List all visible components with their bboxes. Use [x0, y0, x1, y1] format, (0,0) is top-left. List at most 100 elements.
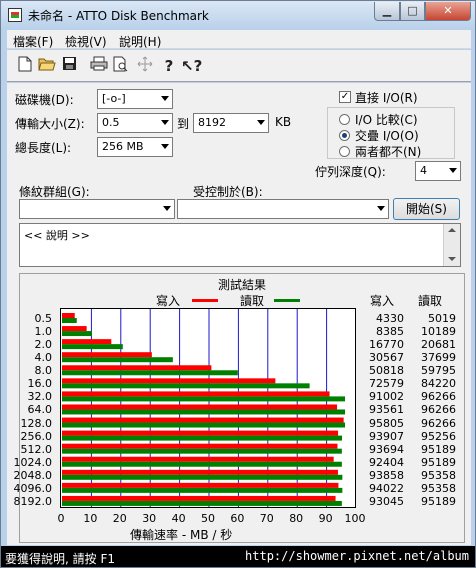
write-value: 4330	[376, 312, 404, 325]
watermark-text: http://showmer.pixnet.net/album	[245, 549, 469, 563]
read-bar	[62, 435, 343, 441]
transfer-to-select[interactable]: 8192	[193, 113, 269, 133]
io-compare-radio[interactable]	[339, 114, 350, 125]
status-text: 要獲得說明, 請按 F1	[5, 552, 115, 566]
title-bar[interactable]: 未命名 - ATTO Disk Benchmark ▁ □ ✕	[1, 1, 475, 29]
drive-value: [-o-]	[102, 92, 126, 105]
read-value: 95256	[421, 429, 456, 443]
menu-help[interactable]: 說明(H)	[119, 33, 161, 50]
read-bar	[62, 318, 77, 323]
neither-label: 兩者都不(N)	[355, 145, 422, 159]
drive-select[interactable]: [-o-]	[97, 89, 173, 109]
read-value: 84220	[421, 377, 456, 391]
write-value: 95805	[369, 416, 404, 430]
read-value: 95358	[421, 468, 456, 482]
chart-title: 測試結果	[217, 278, 266, 292]
write-bar	[62, 417, 344, 423]
read-bar	[62, 344, 123, 350]
new-icon[interactable]	[15, 56, 35, 76]
context-help-icon[interactable]: ↖?	[181, 56, 202, 76]
transfer-size-label: 傳輸大小(Z):	[15, 117, 85, 131]
toolbar: ? ↖?	[7, 50, 471, 82]
menu-file[interactable]: 檔案(F)	[13, 33, 53, 50]
controlled-by-label: 受控制於(B):	[193, 185, 263, 199]
read-value: 95189	[421, 494, 456, 508]
write-value: 50818	[369, 364, 404, 378]
read-value: 10189	[421, 325, 456, 339]
read-bar	[62, 422, 346, 428]
transfer-from-select[interactable]: 0.5	[97, 113, 173, 133]
chevron-down-icon	[161, 96, 169, 101]
move-icon[interactable]	[135, 56, 155, 76]
chevron-down-icon	[161, 120, 169, 125]
direct-io-checkbox[interactable]: ✓	[339, 91, 351, 103]
read-bar	[62, 500, 342, 506]
unit-label: KB	[275, 115, 292, 129]
io-compare-label: I/O 比較(C)	[355, 113, 418, 127]
start-button[interactable]: 開始(S)	[393, 198, 460, 220]
read-value: 5019	[428, 312, 456, 325]
main-panel: 磁碟機(D): [-o-] 傳輸大小(Z): 0.5 到 8192 KB 總長度…	[7, 83, 471, 545]
read-value: 95358	[421, 481, 456, 495]
minimize-button[interactable]: ▁	[374, 2, 400, 21]
write-bar	[62, 469, 338, 475]
description-scrollbar[interactable]	[443, 224, 460, 266]
x-tick-label: 80	[289, 512, 304, 525]
x-tick-label: 10	[83, 512, 98, 525]
print-icon[interactable]	[89, 56, 109, 76]
open-icon[interactable]	[37, 56, 57, 76]
description-field[interactable]: << 說明 >>	[19, 223, 461, 267]
menu-view[interactable]: 檢視(V)	[65, 33, 107, 50]
x-tick-label: 50	[201, 512, 215, 525]
write-value: 72579	[369, 377, 404, 391]
read-bar	[62, 396, 346, 402]
app-window: 未命名 - ATTO Disk Benchmark ▁ □ ✕ 檔案(F) 檢視…	[0, 0, 476, 568]
legend-write-label: 寫入	[156, 294, 181, 308]
read-value: 95189	[421, 455, 456, 469]
write-bar	[62, 495, 336, 501]
read-bar	[62, 383, 310, 389]
read-value: 59795	[421, 364, 456, 378]
print-preview-icon[interactable]	[111, 56, 131, 76]
write-bar	[62, 482, 339, 488]
y-tick-label: 16.0	[27, 377, 53, 391]
y-tick-label: 0.5	[34, 312, 53, 325]
y-tick-label: 4096.0	[13, 481, 53, 495]
write-value: 93694	[369, 442, 404, 456]
write-bar	[62, 391, 330, 397]
chart-plot-area	[60, 308, 356, 508]
help-icon[interactable]: ?	[159, 56, 179, 76]
y-tick-label: 128.0	[20, 416, 53, 430]
read-column-header: 讀取	[418, 294, 443, 308]
scroll-down-icon[interactable]	[448, 257, 456, 261]
neither-radio[interactable]	[339, 146, 350, 157]
x-tick-label: 90	[318, 512, 333, 525]
write-bar	[62, 404, 338, 410]
save-icon[interactable]	[59, 56, 79, 76]
write-bar	[62, 378, 276, 384]
close-button[interactable]: ✕	[425, 2, 471, 21]
write-bar	[62, 456, 334, 462]
read-bar	[62, 487, 343, 493]
y-tick-label: 1024.0	[13, 455, 53, 469]
chevron-down-icon	[161, 144, 169, 149]
app-icon[interactable]	[8, 8, 22, 22]
x-tick-label: 20	[112, 512, 127, 525]
write-value: 93858	[369, 468, 404, 482]
stripe-group-select[interactable]	[19, 199, 175, 219]
y-tick-label: 64.0	[27, 403, 53, 417]
x-tick-label: 100	[344, 512, 366, 525]
write-bar	[62, 339, 112, 345]
to-label: 到	[177, 117, 190, 131]
maximize-button[interactable]: □	[400, 2, 425, 21]
chevron-down-icon	[163, 206, 171, 211]
read-value: 96266	[421, 416, 456, 430]
queue-depth-select[interactable]: 4	[415, 161, 461, 181]
scroll-up-icon[interactable]	[448, 228, 456, 232]
total-length-select[interactable]: 256 MB	[97, 137, 173, 157]
legend-read-label: 讀取	[240, 294, 265, 308]
controlled-by-select[interactable]	[177, 199, 389, 219]
read-bar	[62, 409, 346, 415]
overlap-io-radio[interactable]	[339, 130, 350, 141]
transfer-to-value: 8192	[198, 116, 226, 129]
